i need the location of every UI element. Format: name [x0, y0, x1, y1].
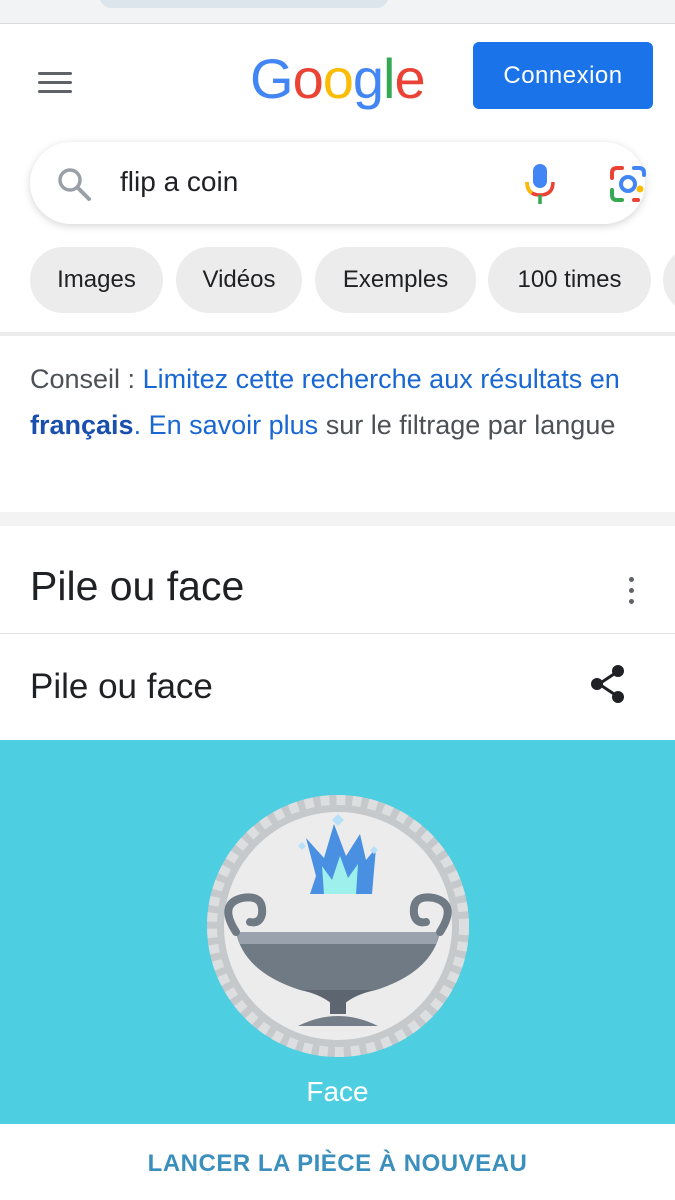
flip-again-button[interactable]: LANCER LA PIÈCE À NOUVEAU [0, 1150, 675, 1178]
search-input[interactable]: flip a coin [120, 166, 238, 198]
logo-letter-g: G [250, 47, 294, 110]
coin-flip-widget[interactable]: Face [0, 740, 675, 1124]
logo-letter-e: e [394, 47, 425, 110]
language-name: français [30, 410, 134, 440]
learn-more-link[interactable]: En savoir plus [149, 410, 319, 440]
microphone-icon[interactable] [522, 162, 558, 206]
header: Google Connexion [0, 24, 675, 136]
search-icon [58, 168, 91, 201]
chip-images[interactable]: Images [30, 247, 163, 313]
tip-suffix: sur le filtrage par langue [318, 410, 616, 440]
address-bar-edge [100, 0, 388, 8]
chip-videos[interactable]: Vidéos [176, 247, 302, 313]
signin-button[interactable]: Connexion [473, 42, 653, 109]
section-divider [0, 512, 675, 526]
language-tip: Conseil : Limitez cette recherche aux ré… [30, 356, 650, 448]
search-box[interactable]: flip a coin [30, 142, 648, 224]
divider [0, 633, 675, 634]
chip-100-times[interactable]: 100 times [488, 247, 651, 313]
divider [0, 332, 675, 336]
card-title: Pile ou face [30, 563, 245, 609]
logo-letter-l: l [383, 47, 395, 110]
share-icon[interactable] [586, 662, 630, 706]
menu-icon[interactable] [36, 68, 76, 96]
logo-letter-o2: o [322, 47, 354, 110]
card-subtitle: Pile ou face [30, 667, 213, 706]
lens-camera-icon[interactable] [608, 164, 648, 204]
more-options-icon[interactable] [616, 574, 646, 608]
logo-letter-g2: g [352, 47, 384, 110]
coin-result-label: Face [306, 1076, 369, 1107]
limit-language-link-text: Limitez cette recherche aux résultats en [142, 364, 620, 394]
filter-chips: Images Vidéos Exemples 100 times [30, 247, 675, 315]
link-period: . [133, 410, 142, 440]
coin-face-icon[interactable] [206, 794, 470, 1058]
chip-overflow[interactable] [663, 247, 675, 313]
logo-letter-o1: o [292, 47, 324, 110]
google-logo[interactable]: Google [250, 46, 426, 111]
chip-exemples[interactable]: Exemples [315, 247, 476, 313]
browser-top-strip [0, 0, 675, 24]
tip-prefix: Conseil : [30, 364, 143, 394]
